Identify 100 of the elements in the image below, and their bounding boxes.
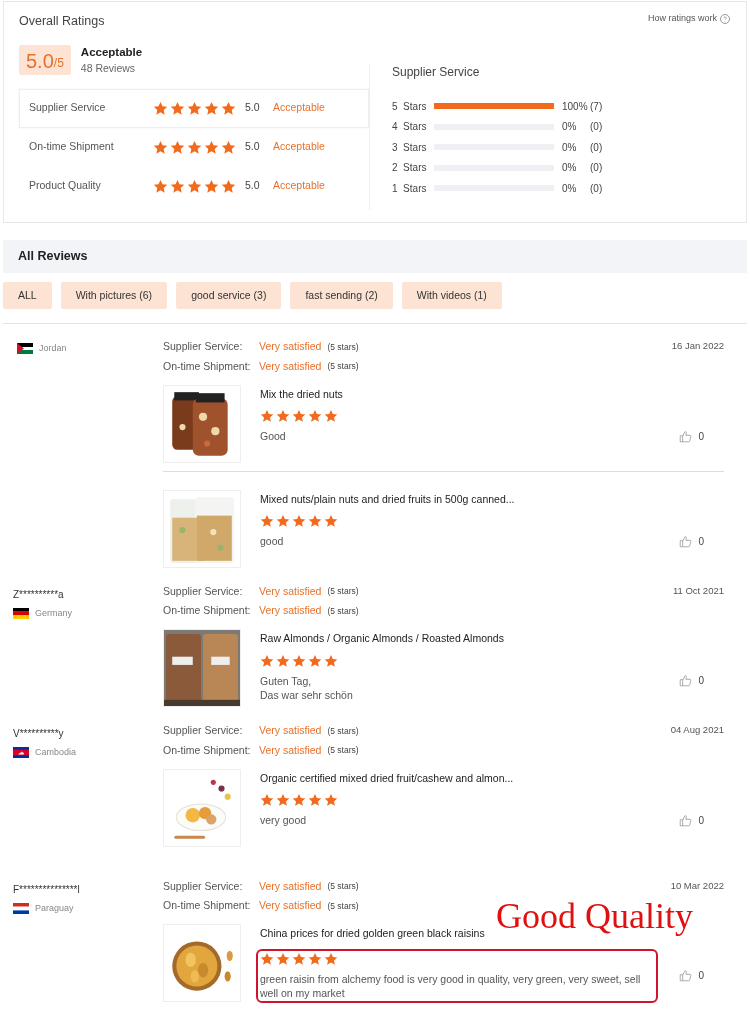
star-icon [260, 951, 274, 966]
star-icon [308, 951, 322, 966]
star-icon [204, 178, 219, 194]
review-date: 10 Mar 2022 [670, 878, 724, 893]
star-icon [324, 793, 338, 808]
star-icon [292, 653, 306, 668]
star-icon [324, 514, 338, 529]
star-icon [260, 653, 274, 668]
rating-note: (5 stars) [327, 724, 359, 738]
star-icon [276, 951, 290, 966]
category-verdict: Acceptable [273, 178, 325, 194]
like-button[interactable]: 0 [679, 968, 704, 983]
percent-text: 100% [562, 99, 589, 114]
review-comment: very good [260, 813, 307, 828]
percent-text: 0% [562, 120, 578, 135]
review-date: 11 Oct 2021 [672, 583, 724, 598]
rating-label: Supplier Service: [163, 339, 244, 354]
filter-chip[interactable]: With pictures (6) [60, 282, 168, 309]
star-icon [308, 653, 322, 668]
rating-label: Supplier Service: [163, 583, 244, 599]
star-icon [221, 139, 236, 155]
review-date: 16 Jan 2022 [671, 339, 724, 353]
product-title[interactable]: Raw Almonds / Organic Almonds / Roasted Almonds [260, 631, 684, 647]
product-title[interactable]: Mix the dried nuts [260, 386, 684, 403]
star-level-label: 5 Stars [392, 99, 428, 114]
filter-chip[interactable]: ALL [3, 282, 52, 309]
category-score: 5.0 [245, 139, 261, 155]
star-icon [170, 178, 185, 194]
rating-value: Very satisfied [259, 583, 322, 599]
star-icon [153, 178, 168, 194]
rating-value: Very satisfied [259, 723, 322, 738]
filter-chip[interactable]: good service (3) [176, 282, 282, 309]
star-level-label: 4 Stars [392, 120, 428, 135]
thumbs-up-icon [679, 674, 693, 687]
like-button[interactable]: 0 [679, 533, 704, 549]
star-icon [276, 514, 290, 529]
star-icon [221, 100, 236, 116]
category-label: Product Quality [29, 178, 102, 194]
count-text: (7) [590, 99, 603, 114]
star-level-label: 1 Stars [392, 181, 428, 196]
star-icon [276, 793, 290, 808]
country-name: Jordan [39, 342, 67, 355]
rating-note: (5 stars) [327, 340, 359, 354]
like-button[interactable]: 0 [679, 812, 704, 828]
star-icon [324, 653, 338, 668]
star-icon [260, 793, 274, 808]
star-icon [187, 178, 202, 194]
star-icon [260, 514, 274, 529]
rating-category-row[interactable]: Supplier Service 5.0 Acceptable [19, 88, 369, 128]
review-count: 48 Reviews [80, 61, 137, 76]
star-icon [170, 100, 185, 116]
star-icon [324, 951, 338, 966]
percent-text: 0% [562, 161, 578, 176]
product-title[interactable]: Mixed nuts/plain nuts and dried fruits in 500g canned... [260, 491, 684, 508]
filter-chip[interactable]: With videos (1) [401, 282, 502, 309]
review-comment: green raisin from alchemy food is very good in quality, very green, very sweet, sell well on my market [260, 971, 642, 1000]
count-text: (0) [590, 120, 603, 135]
rating-note: (5 stars) [327, 585, 359, 598]
rating-note: (5 stars) [327, 880, 359, 893]
category-score: 5.0 [245, 100, 261, 116]
rating-value: Very satisfied [259, 358, 322, 374]
count-text: (0) [590, 161, 603, 176]
rating-label: Supplier Service: [163, 878, 244, 894]
flag-icon [13, 747, 29, 759]
review-comment: Good [260, 429, 286, 444]
flag-icon [13, 607, 29, 619]
star-icon [187, 100, 202, 116]
breakdown-title: Supplier Service [392, 64, 481, 81]
rating-note: (5 stars) [327, 604, 359, 618]
product-title[interactable]: Organic certified mixed dried fruit/cashew and almon... [260, 770, 684, 787]
rating-label: On-time Shipment: [163, 898, 252, 914]
help-link[interactable]: How ratings work [647, 12, 730, 26]
category-score: 5.0 [245, 178, 261, 194]
section-title: Overall Ratings [19, 13, 106, 30]
category-label: Supplier Service [29, 100, 107, 116]
country-name: Paraguay [35, 901, 74, 915]
rating-value: Very satisfied [259, 603, 322, 619]
rating-label: On-time Shipment: [163, 603, 252, 619]
rating-category-row[interactable]: On-time Shipment 5.0 Acceptable [19, 127, 369, 167]
star-icon [276, 653, 290, 668]
rating-note: (5 stars) [327, 744, 359, 757]
count-text: (0) [590, 140, 603, 155]
star-icon [292, 409, 306, 424]
star-icon [187, 139, 202, 155]
star-icon [308, 514, 322, 529]
like-button[interactable]: 0 [679, 673, 704, 688]
flag-icon [13, 902, 29, 914]
thumbs-up-icon [679, 813, 693, 827]
star-icon [204, 139, 219, 155]
star-level-label: 3 Stars [392, 140, 428, 155]
like-button[interactable]: 0 [679, 428, 704, 444]
user-name: V**********y [13, 727, 65, 741]
filter-chip[interactable]: fast sending (2) [290, 282, 393, 309]
section-title: All Reviews [18, 248, 88, 266]
star-icon [204, 100, 219, 116]
rating-note: (5 stars) [327, 360, 359, 373]
star-icon [153, 139, 168, 155]
rating-label: Supplier Service: [163, 723, 244, 738]
rating-category-row[interactable]: Product Quality 5.0 Acceptable [19, 166, 369, 206]
country-name: Cambodia [35, 746, 77, 759]
